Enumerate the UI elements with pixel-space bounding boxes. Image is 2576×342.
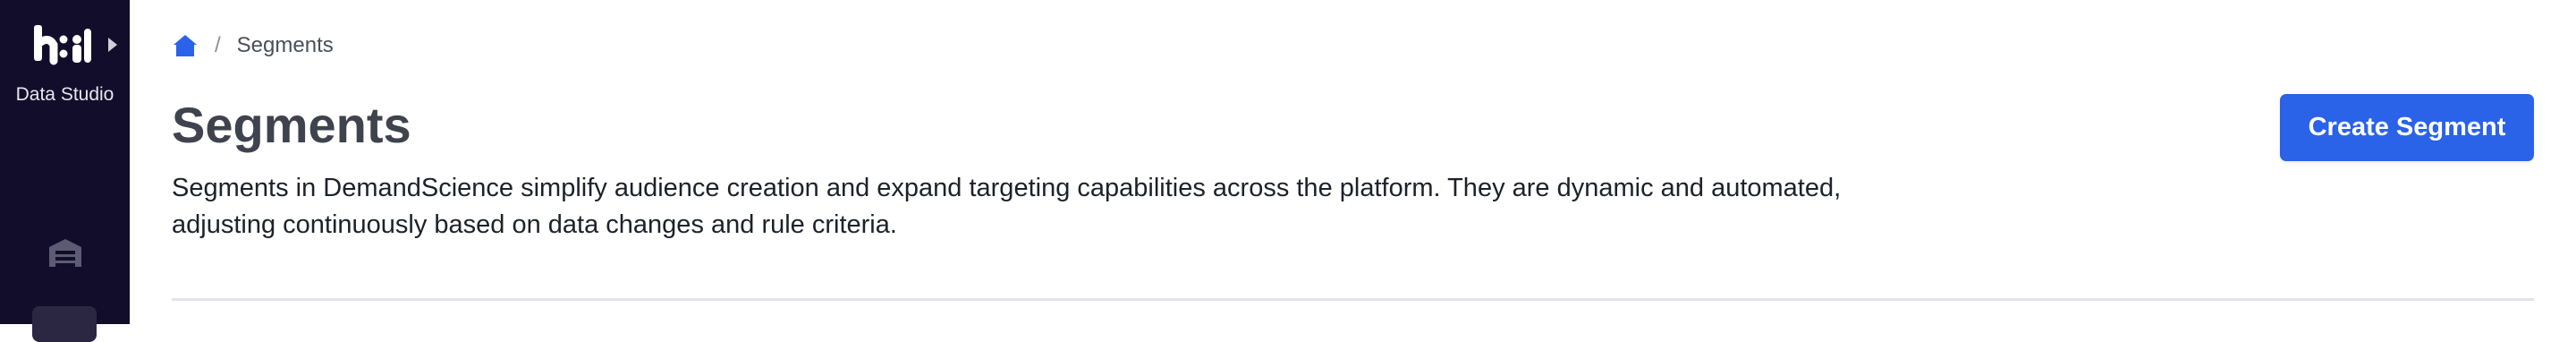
sidebar: Data Studio — [0, 0, 130, 342]
logo-icon — [34, 25, 91, 65]
home-icon[interactable] — [172, 33, 199, 58]
breadcrumb-current: Segments — [236, 33, 334, 57]
app-logo[interactable] — [30, 21, 102, 70]
sidebar-expand-icon[interactable] — [108, 38, 117, 52]
sidebar-item-active[interactable] — [32, 306, 97, 342]
create-segment-button[interactable]: Create Segment — [2280, 94, 2534, 161]
page-description: Segments in DemandScience simplify audie… — [172, 174, 1842, 239]
divider — [172, 298, 2534, 301]
page-title: Segments — [172, 97, 411, 153]
warehouse-icon[interactable] — [47, 236, 83, 269]
breadcrumb-separator: / — [215, 33, 221, 57]
app-name: Data Studio — [15, 84, 114, 105]
breadcrumb: / Segments — [172, 30, 334, 61]
